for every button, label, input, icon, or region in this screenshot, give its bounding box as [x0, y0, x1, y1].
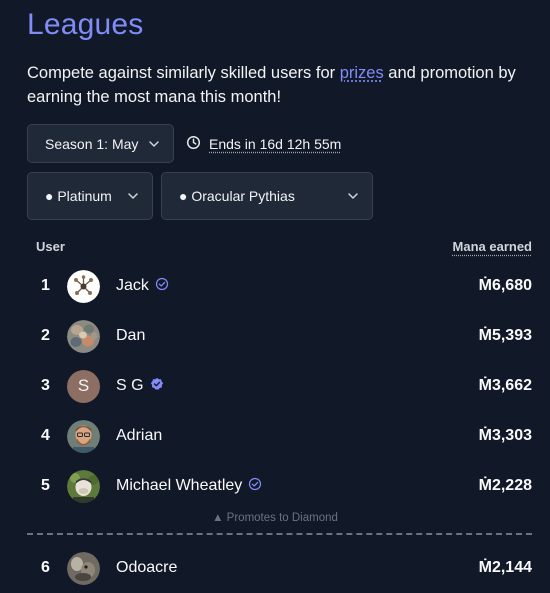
avatar[interactable] — [67, 269, 100, 303]
user-name-group: Jack — [116, 277, 169, 296]
avatar[interactable] — [67, 551, 100, 585]
avatar-initial: S — [77, 376, 90, 395]
mana-earned-value: Ṁ5,393 — [478, 327, 532, 344]
user-name-group: Adrian — [116, 427, 162, 445]
mana-earned-value: Ṁ6,680 — [478, 277, 532, 294]
verified-outline-icon — [248, 477, 262, 496]
leaderboard-row[interactable]: 1 Jack Ṁ6,680 — [27, 266, 532, 306]
page-title: Leagues — [27, 8, 144, 41]
leaderboard-row[interactable]: 2 Dan Ṁ5,393 — [27, 316, 532, 356]
prizes-link[interactable]: prizes — [340, 64, 384, 82]
user-name[interactable]: Jack — [116, 277, 149, 295]
avatar[interactable] — [67, 419, 100, 453]
user-name-group: Dan — [116, 327, 145, 345]
chevron-down-icon — [149, 139, 159, 149]
rank-number: 5 — [41, 477, 50, 494]
season-select-label: Season 1: May — [45, 135, 139, 152]
user-name[interactable]: Dan — [116, 327, 145, 345]
user-name[interactable]: S G — [116, 377, 144, 395]
cohort-select[interactable]: ● Oracular Pythias — [161, 172, 373, 220]
mana-earned-value: Ṁ2,228 — [478, 477, 532, 494]
rank-number: 3 — [41, 377, 50, 394]
user-name-group: Michael Wheatley — [116, 477, 262, 496]
countdown-text: Ends in 16d 12h 55m — [209, 136, 342, 152]
rank-number: 1 — [41, 277, 50, 294]
leaderboard-row[interactable]: 3 S S G Ṁ3,662 — [27, 366, 532, 406]
rank-number: 6 — [41, 559, 50, 576]
leaderboard-row[interactable]: 6 Odoacre Ṁ2,144 — [27, 548, 532, 588]
page-description: Compete against similarly skilled users … — [27, 61, 527, 109]
column-header-mana[interactable]: Mana earned — [453, 239, 532, 254]
user-name-group: S G — [116, 377, 164, 396]
mana-earned-value: Ṁ3,662 — [478, 377, 532, 394]
clock-icon — [186, 135, 201, 153]
user-name[interactable]: Michael Wheatley — [116, 477, 242, 495]
promotion-threshold-note: ▲ Promotes to Diamond — [212, 512, 338, 524]
verified-badge-icon — [150, 377, 164, 396]
cohort-select-label: ● Oracular Pythias — [179, 188, 295, 204]
season-select[interactable]: Season 1: May — [27, 124, 174, 163]
rank-number: 2 — [41, 327, 50, 344]
chevron-down-icon — [128, 191, 138, 201]
description-text-before: Compete against similarly skilled users … — [27, 64, 340, 82]
avatar[interactable]: S — [67, 369, 100, 403]
promotion-divider — [27, 533, 532, 535]
column-header-user: User — [36, 239, 65, 254]
division-select-label: ● Platinum — [45, 188, 112, 204]
user-name[interactable]: Odoacre — [116, 559, 177, 577]
leagues-page: Leagues Compete against similarly skille… — [0, 0, 550, 593]
mana-earned-value: Ṁ3,303 — [478, 427, 532, 444]
rank-number: 4 — [41, 427, 50, 444]
leaderboard-row[interactable]: 4 Adrian Ṁ3,303 — [27, 416, 532, 456]
avatar[interactable] — [67, 469, 100, 503]
verified-outline-icon — [155, 277, 169, 296]
avatar[interactable] — [67, 319, 100, 353]
mana-earned-value: Ṁ2,144 — [478, 559, 532, 576]
leaderboard-row[interactable]: 5 Michael Wheatley Ṁ2,228 — [27, 466, 532, 506]
user-name-group: Odoacre — [116, 559, 177, 577]
season-end-countdown: Ends in 16d 12h 55m — [186, 134, 341, 154]
division-select[interactable]: ● Platinum — [27, 172, 153, 220]
chevron-down-icon — [348, 191, 358, 201]
user-name[interactable]: Adrian — [116, 427, 162, 445]
